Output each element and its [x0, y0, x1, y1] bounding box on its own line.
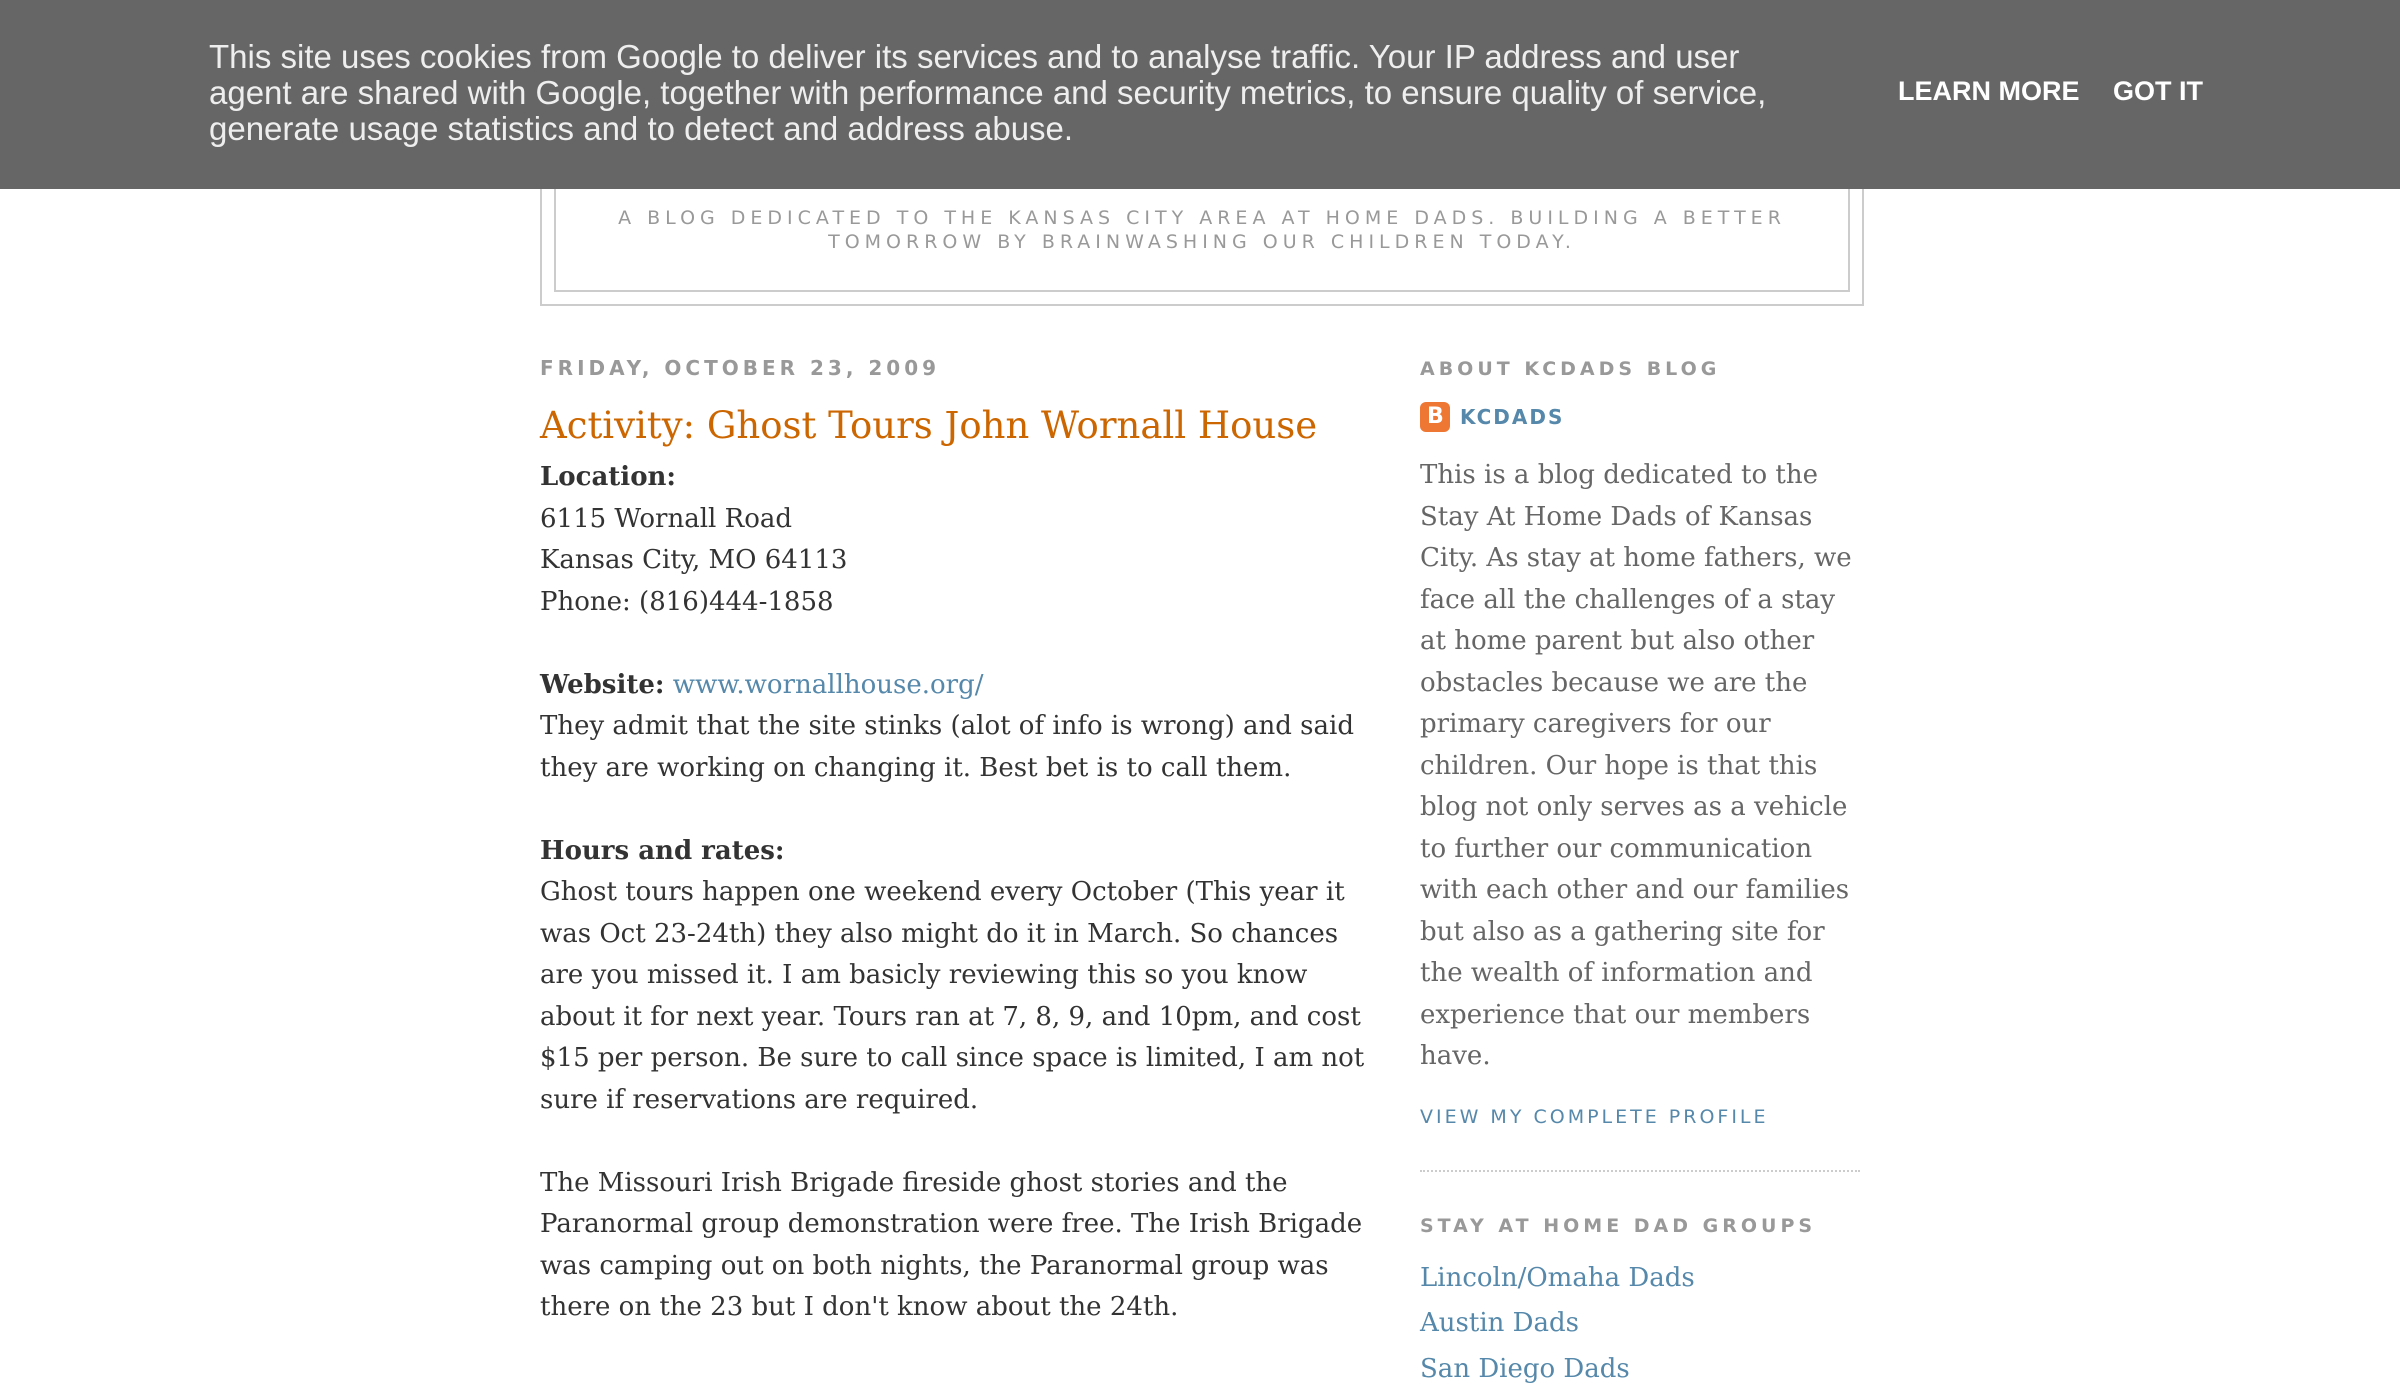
blog-description: A blog dedicated to the Kansas City area… — [596, 206, 1808, 254]
group-link-austin[interactable]: Austin Dads — [1420, 1308, 1579, 1338]
about-text: This is a blog dedicated to the Stay At … — [1420, 455, 1860, 1078]
hours-text: Ghost tours happen one weekend every Oct… — [540, 872, 1365, 1121]
website-note: They admit that the site stinks (alot of… — [540, 706, 1365, 789]
got-it-button[interactable]: GOT IT — [2113, 76, 2203, 107]
sidebar: About KCDads Blog B KCDADS This is a blo… — [1420, 355, 1860, 1392]
sidebar-divider — [1420, 1170, 1860, 1172]
view-profile-link[interactable]: View my complete profile — [1420, 1106, 1860, 1128]
irish-brigade-text: The Missouri Irish Brigade fireside ghos… — [540, 1163, 1365, 1329]
groups-heading: Stay At Home Dad Groups — [1420, 1212, 1860, 1240]
about-heading: About KCDads Blog — [1420, 355, 1860, 383]
website-link[interactable]: www.wornallhouse.org/ — [673, 670, 984, 700]
list-item: Austin Dads — [1420, 1301, 1860, 1347]
groups-list: Lincoln/Omaha Dads Austin Dads San Diego… — [1420, 1256, 1860, 1392]
post-body: Location: 6115 Wornall Road Kansas City,… — [540, 457, 1365, 1329]
group-link-san-diego[interactable]: San Diego Dads — [1420, 1354, 1630, 1384]
cookie-consent-bar: This site uses cookies from Google to de… — [0, 0, 2400, 189]
main-column: Friday, October 23, 2009 Activity: Ghost… — [540, 355, 1365, 1329]
phone-number: Phone: (816)444-1858 — [540, 582, 1365, 624]
group-link-lincoln-omaha[interactable]: Lincoln/Omaha Dads — [1420, 1263, 1695, 1293]
website-label: Website: — [540, 670, 664, 700]
location-label: Location: — [540, 462, 676, 492]
cookie-notice-text: This site uses cookies from Google to de… — [209, 39, 1809, 147]
learn-more-button[interactable]: LEARN MORE — [1898, 76, 2080, 107]
profile-name-row: B KCDADS — [1420, 401, 1860, 433]
post-title[interactable]: Activity: Ghost Tours John Wornall House — [540, 403, 1365, 449]
address-line-1: 6115 Wornall Road — [540, 499, 1365, 541]
blogger-icon: B — [1420, 402, 1450, 432]
post-date: Friday, October 23, 2009 — [540, 355, 1365, 381]
profile-name-link[interactable]: KCDADS — [1460, 405, 1564, 429]
hours-label: Hours and rates: — [540, 836, 785, 866]
list-item: Lincoln/Omaha Dads — [1420, 1256, 1860, 1302]
address-line-2: Kansas City, MO 64113 — [540, 540, 1365, 582]
groups-widget: Stay At Home Dad Groups Lincoln/Omaha Da… — [1420, 1212, 1860, 1392]
list-item: San Diego Dads — [1420, 1347, 1860, 1392]
